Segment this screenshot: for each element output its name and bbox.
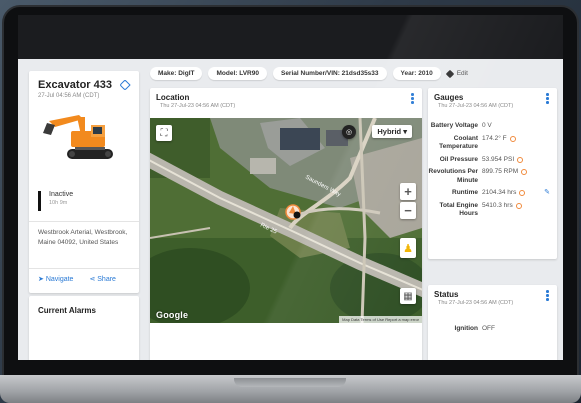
- map-type-select[interactable]: Hybrid ▾: [372, 125, 412, 138]
- address-text: Westbrook Arterial, Westbrook, Maine 040…: [38, 229, 128, 246]
- gauge-row: Revolutions Per Minute 899.75 RPM: [428, 168, 557, 185]
- map-type-label: Hybrid: [377, 127, 402, 136]
- map-layers-button[interactable]: ▦: [400, 288, 416, 304]
- year-chip: Year: 2010: [392, 67, 441, 80]
- laptop-screen: Excavator 433 27-Jul 04:56 AM (CDT) Inac…: [18, 15, 563, 360]
- clock-icon[interactable]: [509, 135, 516, 142]
- gauge-value: 2104.34 hrs: [482, 189, 526, 198]
- google-logo: Google: [156, 310, 189, 320]
- status-indicator: Inactive 10h 9m: [38, 191, 73, 211]
- gauge-label: Total Engine Hours: [439, 201, 478, 218]
- make-chip: Make: DigIT: [150, 67, 203, 80]
- model-chip: Model: LVR90: [208, 67, 267, 80]
- navigate-label: Navigate: [45, 276, 74, 283]
- status-title: Status: [434, 290, 459, 299]
- gauge-label: Coolant Temperature: [439, 134, 478, 151]
- asset-card: Excavator 433 27-Jul 04:56 AM (CDT) Inac…: [29, 71, 139, 293]
- gauge-value-text: 899.75 RPM: [482, 168, 519, 175]
- gauge-label: Battery Voltage: [430, 122, 478, 129]
- alarms-title: Current Alarms: [38, 306, 96, 315]
- street-view-pegman-icon[interactable]: ♟: [400, 238, 416, 258]
- asset-date: 27-Jul 04:56 AM (CDT): [38, 93, 100, 99]
- status-duration: 10h 9m: [49, 200, 68, 206]
- rotate-button[interactable]: ◎: [342, 125, 356, 139]
- gauge-value-text: 174.2° F: [482, 134, 507, 142]
- status-row-value: OFF: [482, 325, 495, 332]
- fullscreen-button[interactable]: ⛶: [156, 125, 172, 141]
- gauge-value-text: 53.954 PSI: [482, 155, 515, 163]
- asset-info-chips: Make: DigIT Model: LVR90 Serial Number/V…: [150, 67, 468, 80]
- status-menu-icon[interactable]: [546, 290, 549, 302]
- clock-icon[interactable]: [517, 156, 524, 163]
- gauge-row: Battery Voltage 0 V: [428, 122, 557, 131]
- clock-icon[interactable]: [515, 202, 522, 209]
- tag-icon: [445, 69, 454, 78]
- location-card: Location Thu 27-Jul-23 04:56 AM (CDT) Sa…: [150, 88, 422, 360]
- clock-icon[interactable]: [519, 190, 526, 197]
- zoom-in-button[interactable]: +: [400, 183, 416, 200]
- status-row-label: Ignition: [454, 325, 478, 332]
- address-actions: ➤ Navigate ⋖ Share: [38, 275, 116, 283]
- gauges-menu-icon[interactable]: [546, 93, 549, 105]
- status-timestamp: Thu 27-Jul-23 04:56 AM (CDT): [438, 300, 514, 306]
- map-view[interactable]: Saunders Way Rte 25 ⛶ ◎ Hybrid ▾ + − ♟ ▦…: [150, 118, 422, 323]
- location-timestamp: Thu 27-Jul-23 04:56 AM (CDT): [160, 103, 236, 109]
- status-list: Ignition OFF: [428, 325, 557, 338]
- location-title: Location: [156, 93, 190, 102]
- excavator-image: [43, 115, 113, 159]
- gauge-label: Revolutions Per Minute: [428, 168, 478, 184]
- asset-title: Excavator 433: [38, 79, 112, 91]
- gauge-value-text: 2104.34 hrs: [482, 189, 517, 196]
- status-card: Status Thu 27-Jul-23 04:56 AM (CDT) Igni…: [428, 285, 557, 360]
- status-row: Ignition OFF: [428, 325, 557, 334]
- gauge-value: 0 V: [482, 122, 492, 131]
- current-alarms-card: Current Alarms: [29, 296, 139, 360]
- pencil-icon[interactable]: ✎: [544, 189, 550, 198]
- status-label: Inactive: [49, 191, 74, 198]
- gauges-card: Gauges Thu 27-Jul-23 04:56 AM (CDT) Batt…: [428, 88, 557, 259]
- clock-icon[interactable]: [521, 169, 528, 176]
- edit-button[interactable]: Edit: [445, 69, 468, 78]
- share-button[interactable]: ⋖ Share: [89, 275, 116, 283]
- gauges-timestamp: Thu 27-Jul-23 04:56 AM (CDT): [438, 103, 514, 109]
- edit-label: Edit: [456, 70, 468, 77]
- navigate-button[interactable]: ➤ Navigate: [38, 275, 73, 283]
- share-label: Share: [97, 276, 116, 283]
- serial-chip: Serial Number/VIN: 21dsd35s33: [272, 67, 387, 80]
- divider: [29, 221, 139, 222]
- gauge-row: Oil Pressure 53.954 PSI: [428, 156, 557, 165]
- satellite-map: Saunders Way Rte 25: [150, 118, 422, 323]
- gauge-value: 899.75 RPM: [482, 168, 528, 177]
- gauge-row: Coolant Temperature 174.2° F: [428, 135, 557, 152]
- gauge-row: Runtime 2104.34 hrs ✎: [428, 189, 557, 198]
- divider: [29, 268, 139, 269]
- gauge-value: 53.954 PSI: [482, 155, 524, 165]
- zoom-out-button[interactable]: −: [400, 202, 416, 219]
- map-attribution[interactable]: Map Data Terms of Use Report a map error: [339, 316, 422, 323]
- gauge-value: 5410.3 hrs: [482, 202, 522, 211]
- gauge-value: 174.2° F: [482, 135, 516, 144]
- gauge-list: Battery Voltage 0 V Coolant Temperature …: [428, 122, 557, 223]
- laptop-notch: [234, 378, 346, 387]
- location-menu-icon[interactable]: [411, 93, 414, 105]
- gauge-label: Oil Pressure: [439, 155, 478, 163]
- asset-dashboard: Excavator 433 27-Jul 04:56 AM (CDT) Inac…: [18, 59, 563, 360]
- gauges-title: Gauges: [434, 93, 464, 102]
- gauge-value-text: 5410.3 hrs: [482, 201, 513, 209]
- gauge-row: Total Engine Hours 5410.3 hrs: [428, 202, 557, 219]
- gauge-value-text: 0 V: [482, 122, 492, 129]
- gauge-label: Runtime: [452, 189, 478, 196]
